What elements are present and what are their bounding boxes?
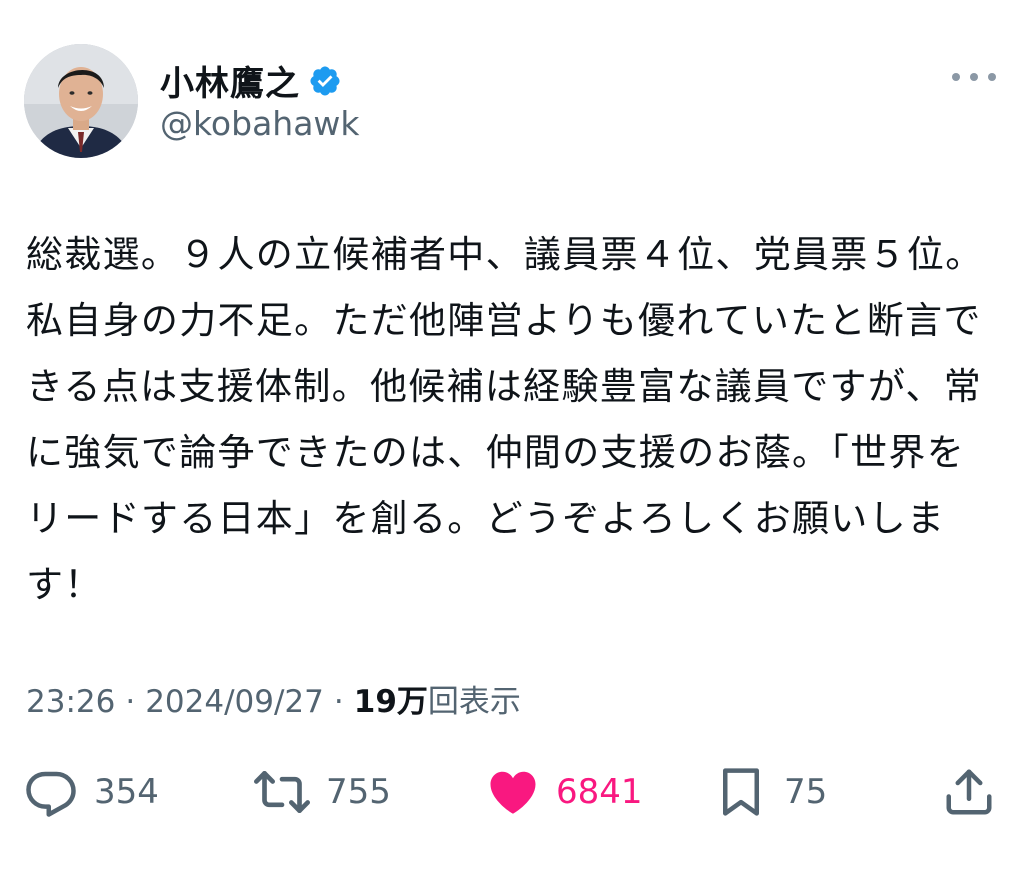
meta-separator: · xyxy=(333,684,344,720)
avatar[interactable] xyxy=(24,44,138,158)
user-handle[interactable]: @kobahawk xyxy=(160,104,360,143)
reply-icon xyxy=(26,771,76,817)
bookmark-button[interactable]: 75 xyxy=(714,752,827,832)
like-button[interactable]: 6841 xyxy=(486,752,643,832)
views-label: 回表示 xyxy=(427,684,521,720)
share-icon xyxy=(946,769,992,815)
tweet-text: 総裁選。９人の立候補者中、議員票４位、党員票５位。私自身の力不足。ただ他陣営より… xyxy=(26,233,984,606)
bookmark-icon xyxy=(723,768,759,816)
profile-photo-icon xyxy=(24,44,138,158)
reply-button[interactable]: 354 xyxy=(24,752,159,832)
bookmark-count: 75 xyxy=(784,772,828,812)
tweet-meta: 23:26 · 2024/09/27 · 19万 回表示 xyxy=(26,676,521,721)
tweet-card: 小林鷹之 @kobahawk 総裁選。９人の立候補者中、議員票４位、党員票５位。… xyxy=(0,0,1024,870)
more-dot-icon xyxy=(988,73,996,81)
share-button[interactable] xyxy=(942,752,996,832)
tweet-time[interactable]: 23:26 xyxy=(26,684,115,720)
more-options-button[interactable] xyxy=(952,66,996,88)
display-name-row[interactable]: 小林鷹之 xyxy=(160,56,342,105)
repost-count: 755 xyxy=(326,772,391,812)
action-bar: 354 755 6841 75 xyxy=(0,752,1024,832)
verified-badge-icon xyxy=(310,65,340,96)
repost-button[interactable]: 755 xyxy=(254,752,391,832)
display-name[interactable]: 小林鷹之 xyxy=(160,56,300,105)
repost-icon xyxy=(254,771,310,813)
tweet-date[interactable]: 2024/09/27 xyxy=(145,684,324,720)
more-dot-icon xyxy=(970,73,978,81)
reply-count: 354 xyxy=(94,772,159,812)
meta-separator: · xyxy=(125,684,136,720)
more-dot-icon xyxy=(952,73,960,81)
like-count: 6841 xyxy=(556,772,643,812)
views-count[interactable]: 19万 xyxy=(354,676,428,721)
heart-icon xyxy=(490,771,536,814)
